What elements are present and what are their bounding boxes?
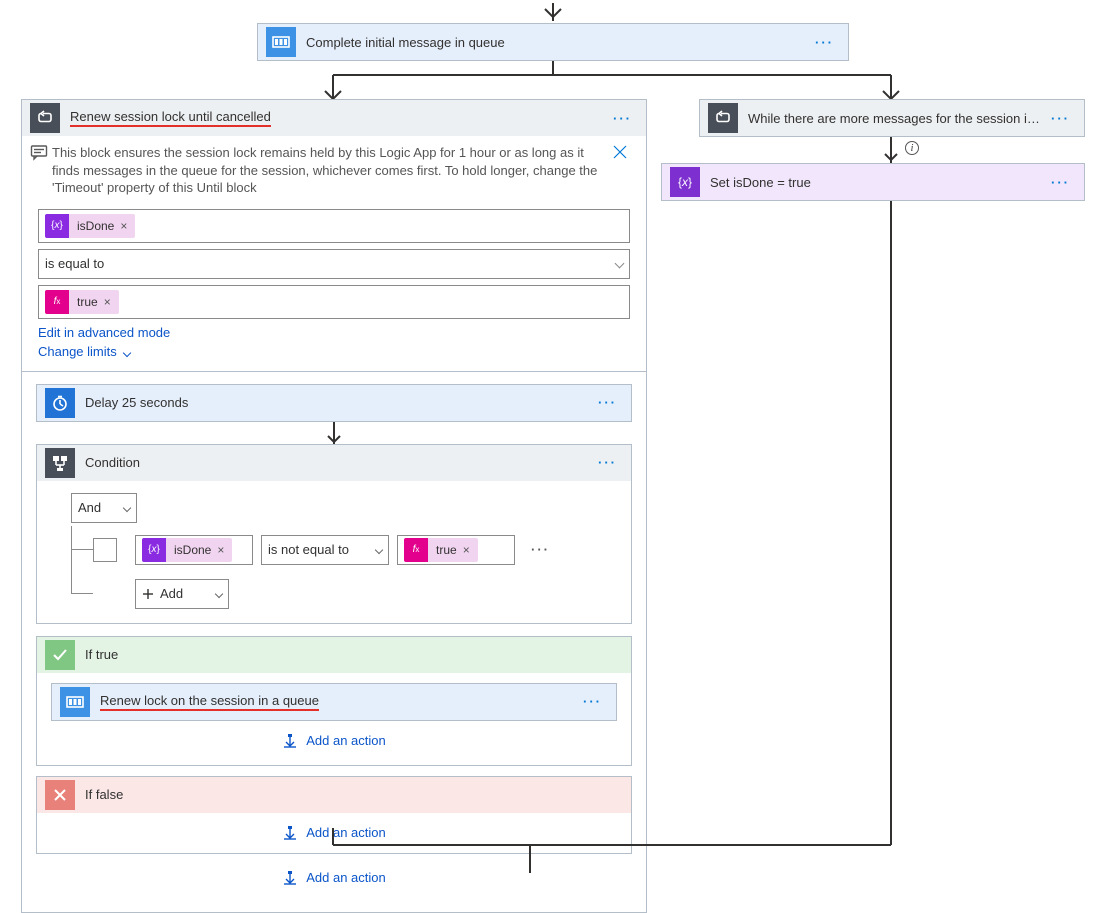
chevron-down-icon (375, 545, 383, 553)
tree-line (71, 526, 93, 550)
variable-token-isdone[interactable]: {x} isDone× (45, 214, 135, 238)
tree-line (71, 550, 93, 594)
condition-row-checkbox[interactable] (93, 538, 117, 562)
connector (890, 201, 892, 845)
arrow-head-icon (543, 7, 563, 21)
servicebus-icon (60, 687, 90, 717)
action-renew-lock[interactable]: Renew lock on the session in a queue ··· (51, 683, 617, 721)
action-title: Set isDone = true (710, 175, 1045, 190)
action-complete-initial-message[interactable]: Complete initial message in queue ··· (257, 23, 849, 61)
cond-operator[interactable]: is not equal to (261, 535, 389, 565)
cross-icon (45, 780, 75, 810)
if-true-branch: If true Renew lock on the session in a q… (36, 636, 632, 766)
variable-token-isdone[interactable]: {x} isDone× (142, 538, 232, 562)
servicebus-icon (266, 27, 296, 57)
info-icon[interactable]: i (905, 141, 919, 155)
check-icon (45, 640, 75, 670)
condition-title: Condition (85, 455, 592, 470)
delay-icon (45, 388, 75, 418)
edit-advanced-link[interactable]: Edit in advanced mode (38, 325, 170, 340)
branch-title: If false (85, 787, 623, 802)
variable-icon: {x} (670, 167, 700, 197)
remove-token-icon[interactable]: × (104, 295, 111, 309)
loop-title: Renew session lock until cancelled (70, 109, 607, 127)
remove-token-icon[interactable]: × (217, 543, 224, 557)
until-loop-more-messages[interactable]: While there are more messages for the se… (699, 99, 1085, 137)
action-condition[interactable]: Condition ··· And {x} isDone× (36, 444, 632, 624)
loop-icon (708, 103, 738, 133)
comment-icon (30, 144, 52, 165)
action-delay[interactable]: Delay 25 seconds ··· (36, 384, 632, 422)
remove-token-icon[interactable]: × (120, 219, 127, 233)
fx-icon: fx (45, 290, 69, 314)
loop-icon (30, 103, 60, 133)
change-limits-link[interactable]: Change limits (38, 344, 130, 359)
connector (552, 3, 554, 21)
if-false-branch: If false Add an action (36, 776, 632, 854)
add-action-true-branch[interactable]: Add an action (51, 721, 617, 761)
action-set-isdone[interactable]: {x} Set isDone = true ··· (661, 163, 1085, 201)
action-title: Renew lock on the session in a queue (100, 693, 577, 711)
add-action-icon (282, 870, 298, 886)
condition-group-operator[interactable]: And (71, 493, 137, 523)
chevron-down-icon (123, 503, 131, 511)
loop-tooltip: This block ensures the session lock rema… (52, 144, 612, 197)
add-condition-button[interactable]: Add (135, 579, 229, 609)
branch-title: If true (85, 647, 623, 662)
chevron-down-icon (215, 589, 223, 597)
plus-icon (142, 588, 154, 600)
spacer (332, 3, 334, 5)
context-menu-button[interactable]: ··· (1045, 109, 1076, 128)
cond-right-operand[interactable]: fx true× (397, 535, 515, 565)
delay-title: Delay 25 seconds (85, 395, 592, 410)
branch-connector (124, 61, 982, 101)
expression-token-true[interactable]: fx true× (404, 538, 478, 562)
context-menu-button[interactable]: ··· (607, 109, 638, 128)
add-action-loop-end[interactable]: Add an action (36, 858, 632, 898)
context-menu-button[interactable]: ··· (592, 453, 623, 472)
add-action-icon (282, 825, 298, 841)
fx-icon: fx (404, 538, 428, 562)
cond-left-operand[interactable]: {x} isDone× (135, 535, 253, 565)
until-condition-operator[interactable]: is equal to (38, 249, 630, 279)
variable-icon: {x} (142, 538, 166, 562)
connector (36, 422, 632, 444)
until-condition-right[interactable]: fx true× (38, 285, 630, 319)
chevron-down-icon (123, 348, 131, 356)
context-menu-button[interactable]: ··· (592, 393, 623, 412)
condition-icon (45, 448, 75, 478)
context-menu-button[interactable]: ··· (809, 33, 840, 52)
variable-icon: {x} (45, 214, 69, 238)
condition-row-menu[interactable]: ··· (525, 540, 556, 559)
expression-token-true[interactable]: fx true× (45, 290, 119, 314)
loop-title: While there are more messages for the se… (748, 111, 1045, 126)
designer-canvas: Complete initial message in queue ··· Re… (0, 0, 1100, 870)
remove-token-icon[interactable]: × (463, 543, 470, 557)
add-action-icon (282, 733, 298, 749)
close-tooltip-button[interactable] (612, 144, 634, 163)
action-title: Complete initial message in queue (306, 35, 809, 50)
add-action-false-branch[interactable]: Add an action (37, 813, 631, 853)
context-menu-button[interactable]: ··· (577, 692, 608, 711)
until-condition-left[interactable]: {x} isDone× (38, 209, 630, 243)
until-loop-renew-session-lock[interactable]: Renew session lock until cancelled ··· T… (21, 99, 647, 913)
chevron-down-icon (615, 259, 625, 269)
context-menu-button[interactable]: ··· (1045, 173, 1076, 192)
